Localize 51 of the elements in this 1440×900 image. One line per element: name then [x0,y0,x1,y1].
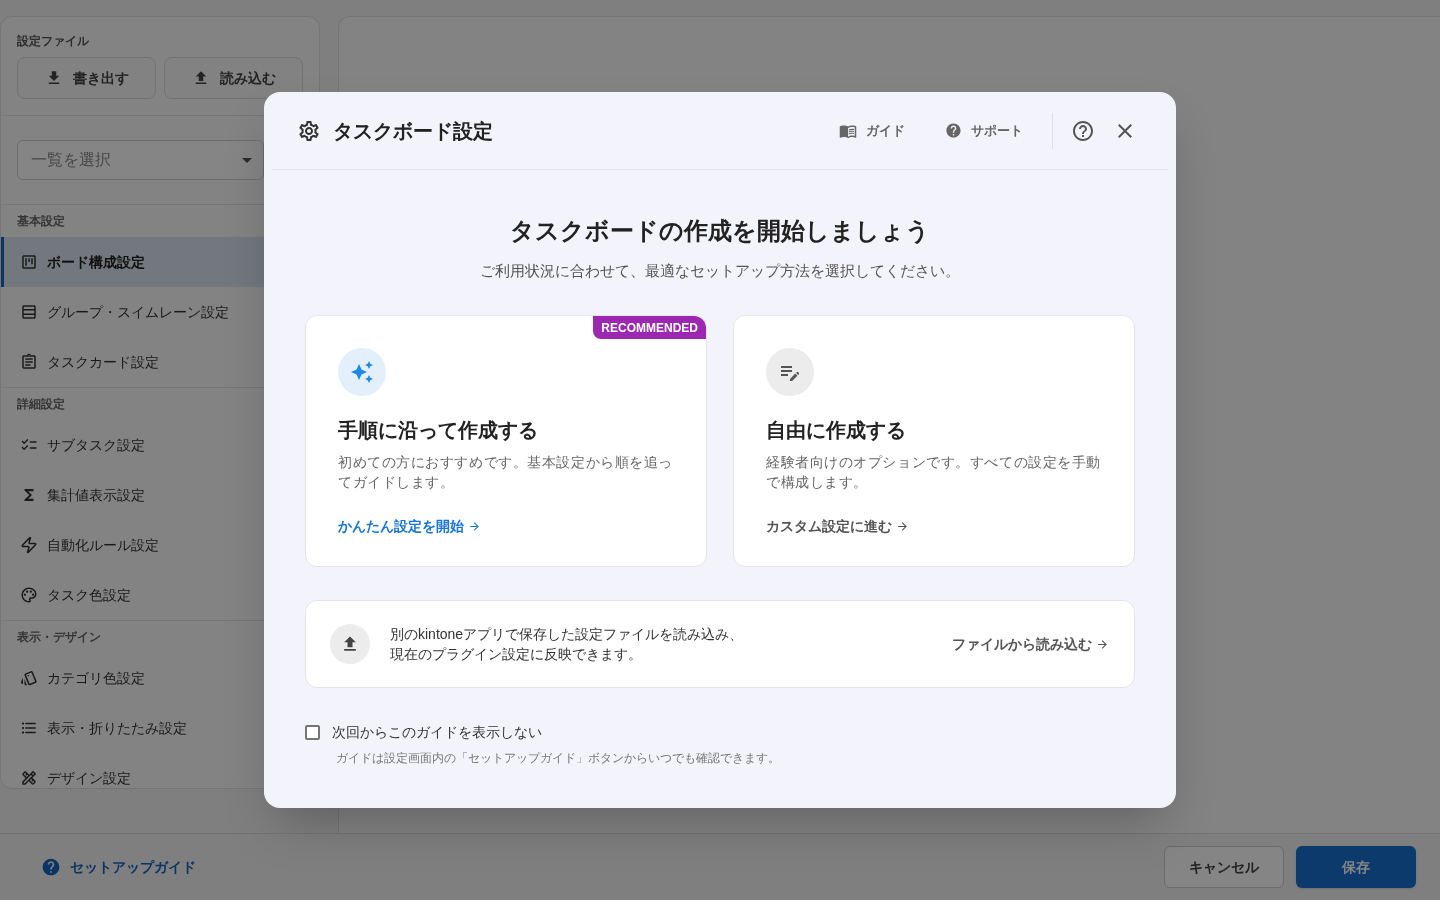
lightning-icon [20,536,38,554]
import-description: 現在のプラグイン設定に反映できます。 [390,645,642,664]
arrow-right-icon [468,519,481,533]
arrow-right-icon [1096,637,1109,651]
option-card[interactable]: 自由に作成する 経験者向けのオプションです。すべての設定を手動で構成します。 カスタム設定に進む [733,315,1135,567]
arrow-right-icon [896,519,909,533]
sidebar-item[interactable]: カテゴリ色設定 [1,653,319,703]
kanban-board-icon [20,253,38,271]
import-file-link[interactable]: ファイルから読み込む [952,633,1109,655]
cards-icon [20,669,38,687]
rows-icon [20,303,38,321]
guide-link[interactable]: ガイド [831,116,913,145]
checkbox[interactable] [305,724,320,740]
cancel-button[interactable]: キャンセル [1164,846,1284,888]
option-description: 初めての方におすすめです。基本設定から順を追ってガイドします。 [338,453,674,492]
help-icon [945,122,962,139]
dialog-subheading: ご利用状況に合わせて、最適なセットアップ方法を選択してください。 [479,261,961,281]
custom-setup-link[interactable]: カスタム設定に進む [766,516,909,536]
clipboard-icon [20,353,38,371]
section-label: 表示・デザイン [17,629,102,645]
recommended-badge: RECOMMENDED [593,316,706,339]
section-label: 詳細設定 [17,396,66,412]
palette-icon [20,586,38,604]
sparkles-icon [338,348,386,396]
option-description: 経験者向けのオプションです。すべての設定を手動で構成します。 [766,453,1102,492]
option-title: 自由に作成する [766,418,907,443]
sidebar-item[interactable]: タスク色設定 [1,570,319,620]
dialog-title: タスクボード設定 [333,118,493,144]
help-icon [1071,118,1095,143]
option-card[interactable]: RECOMMENDED 手順に沿って作成する 初めての方におすすめです。基本設定から順を追ってガイドします。 かんたん設定を開始 [305,315,707,567]
setup-guide-link[interactable]: セットアップガイド [41,856,196,878]
help-button[interactable] [1071,118,1095,143]
checkbox-label[interactable]: 次回からこのガイドを表示しない [332,722,542,742]
help-icon [41,857,61,877]
pencil-ruler-icon [20,769,38,787]
support-link[interactable]: サポート [937,116,1031,145]
option-title: 手順に沿って作成する [338,418,539,443]
export-button[interactable]: 書き出す [17,57,156,99]
section-label: 基本設定 [17,213,66,229]
dialog-heading: タスクボードの作成を開始しましょう [509,216,931,246]
import-description: 別のkintoneアプリで保存した設定ファイルを読み込み、 [390,625,744,644]
upload-icon [330,624,370,664]
guide-note: ガイドは設定画面内の「セットアップガイド」ボタンからいつでも確認できます。 [336,750,780,766]
save-button[interactable]: 保存 [1296,846,1416,888]
settings-icon [297,118,321,143]
start-guided-link[interactable]: かんたん設定を開始 [338,516,481,536]
section-label: 設定ファイル [17,33,90,49]
caret-icon [242,157,252,163]
pencil-lines-icon [766,348,814,396]
import-button[interactable]: 読み込む [164,57,303,99]
sidebar-item[interactable]: デザイン設定 [1,753,319,788]
